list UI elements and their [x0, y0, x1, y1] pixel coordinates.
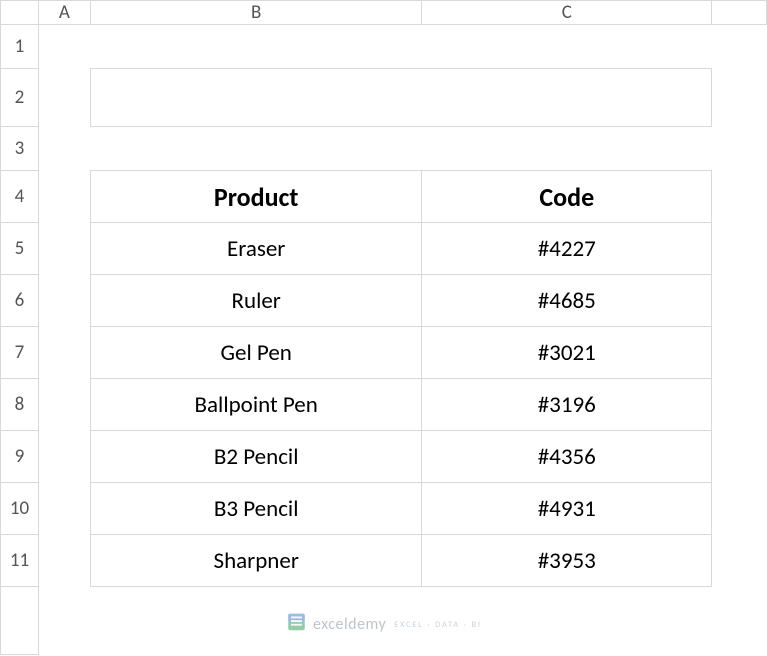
row-header-4[interactable]: 4: [1, 171, 39, 223]
cell-A6[interactable]: [38, 275, 90, 327]
cell-A9[interactable]: [38, 431, 90, 483]
cell-pad-10: [712, 483, 767, 535]
cell-A7[interactable]: [38, 327, 90, 379]
table-row[interactable]: Sharpner: [90, 535, 422, 587]
table-header-product[interactable]: Product: [90, 171, 422, 223]
row-header-2[interactable]: 2: [1, 69, 39, 127]
cell-blank-row3[interactable]: [38, 127, 766, 171]
row-header-6[interactable]: 6: [1, 275, 39, 327]
table-row[interactable]: #4227: [422, 223, 712, 275]
table-row[interactable]: #4685: [422, 275, 712, 327]
row-header-9[interactable]: 9: [1, 431, 39, 483]
col-header-C[interactable]: C: [422, 1, 712, 25]
cell-pad-4: [712, 171, 767, 223]
row-header-8[interactable]: 8: [1, 379, 39, 431]
table-row[interactable]: Eraser: [90, 223, 422, 275]
table-row[interactable]: Ballpoint Pen: [90, 379, 422, 431]
cell-pad-8: [712, 379, 767, 431]
col-header-B[interactable]: B: [90, 1, 422, 25]
cell-pad-2: [712, 69, 767, 127]
table-row[interactable]: Ruler: [90, 275, 422, 327]
spreadsheet-grid[interactable]: A B C 1 2 Overview 3 4 Product Code 5 Er…: [0, 0, 767, 655]
cell-pad-7: [712, 327, 767, 379]
row-header-10[interactable]: 10: [1, 483, 39, 535]
row-header-1[interactable]: 1: [1, 25, 39, 69]
table-row[interactable]: Gel Pen: [90, 327, 422, 379]
cell-A2[interactable]: [38, 69, 90, 127]
cell-pad-9: [712, 431, 767, 483]
exceldemy-logo-icon: [285, 611, 307, 638]
table-header-code[interactable]: Code: [422, 171, 712, 223]
row-header-5[interactable]: 5: [1, 223, 39, 275]
cell-pad-6: [712, 275, 767, 327]
table-row[interactable]: #3953: [422, 535, 712, 587]
banner-overview[interactable]: Overview: [90, 69, 711, 127]
table-row[interactable]: B2 Pencil: [90, 431, 422, 483]
table-row[interactable]: #3196: [422, 379, 712, 431]
cell-blank-row1[interactable]: [38, 25, 766, 69]
row-header-7[interactable]: 7: [1, 327, 39, 379]
cell-A4[interactable]: [38, 171, 90, 223]
row-header-3[interactable]: 3: [1, 127, 39, 171]
watermark-tagline: EXCEL · DATA · BI: [394, 620, 482, 630]
cell-A10[interactable]: [38, 483, 90, 535]
col-header-A[interactable]: A: [38, 1, 90, 25]
table-row[interactable]: #3021: [422, 327, 712, 379]
col-header-pad: [712, 1, 767, 25]
cell-pad-11: [712, 535, 767, 587]
cell-A8[interactable]: [38, 379, 90, 431]
cell-A11[interactable]: [38, 535, 90, 587]
table-row[interactable]: #4356: [422, 431, 712, 483]
row-header-pad: [1, 587, 39, 655]
cell-pad-5: [712, 223, 767, 275]
table-row[interactable]: B3 Pencil: [90, 483, 422, 535]
row-header-11[interactable]: 11: [1, 535, 39, 587]
select-all-corner[interactable]: [1, 1, 39, 25]
watermark-brand: exceldemy: [313, 615, 386, 634]
watermark: exceldemy EXCEL · DATA · BI: [285, 611, 482, 638]
cell-A5[interactable]: [38, 223, 90, 275]
table-row[interactable]: #4931: [422, 483, 712, 535]
